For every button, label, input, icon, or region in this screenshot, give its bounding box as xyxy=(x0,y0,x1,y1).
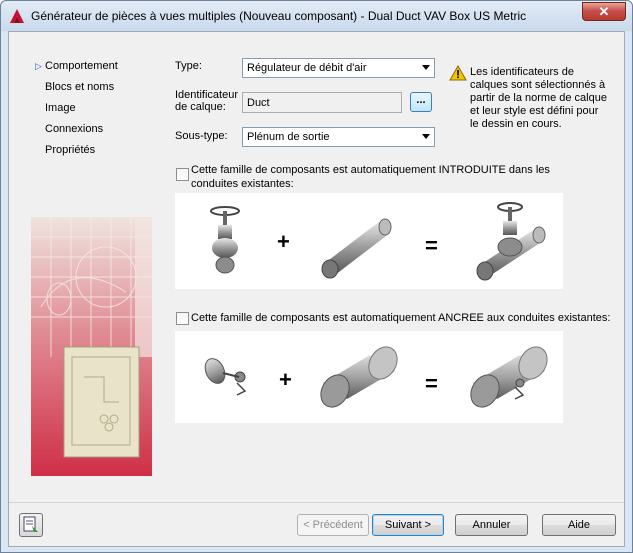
duct-cylinder-icon xyxy=(320,346,398,408)
anchor-checkbox[interactable] xyxy=(176,312,189,325)
info-text: Les identificateurs de calques sont séle… xyxy=(470,66,607,130)
subtype-label: Sous-type: xyxy=(175,130,228,142)
plus-sign: + xyxy=(277,229,290,254)
layer-field[interactable]: Duct xyxy=(242,92,402,113)
damper-anchor-diagram: + = xyxy=(204,346,548,408)
triangle-right-icon: ▷ xyxy=(35,61,42,71)
nav-item-image[interactable]: Image xyxy=(45,102,76,114)
type-label: Type: xyxy=(175,60,202,72)
valve-icon xyxy=(210,206,240,274)
anchor-illustration: + = xyxy=(175,331,563,423)
nav-item-connexions[interactable]: Connexions xyxy=(45,123,103,135)
insert-checkbox[interactable] xyxy=(176,168,189,181)
close-button[interactable]: ✕ xyxy=(582,2,626,21)
window-title: Générateur de pièces à vues multiples (N… xyxy=(31,9,527,23)
subtype-select[interactable]: Plénum de sortie xyxy=(242,127,435,147)
autocad-logo-icon xyxy=(10,9,24,23)
document-help-icon xyxy=(23,516,38,532)
type-select[interactable]: Régulateur de débit d'air xyxy=(242,58,435,78)
title-bar[interactable]: Générateur de pièces à vues multiples (N… xyxy=(1,1,632,31)
damper-icon xyxy=(204,358,247,396)
next-button[interactable]: Suivant > xyxy=(372,514,444,536)
chevron-down-icon xyxy=(422,134,430,139)
plus-sign: + xyxy=(279,367,292,392)
browse-button[interactable]: ... xyxy=(410,92,432,112)
dialog-window: Générateur de pièces à vues multiples (N… xyxy=(0,0,633,553)
nav-item-comportement[interactable]: ▷ Comportement xyxy=(35,60,118,72)
insert-option-label: Cette famille de composants est automati… xyxy=(191,164,550,190)
footer-divider xyxy=(9,502,624,503)
damper-on-duct-icon xyxy=(470,346,548,408)
equals-sign: = xyxy=(425,371,438,396)
chevron-down-icon xyxy=(422,65,430,70)
back-button[interactable]: < Précédent xyxy=(297,514,369,536)
dialog-body: ▷ Comportement Blocs et noms Image Conne… xyxy=(8,31,625,547)
pipe-icon xyxy=(321,218,392,279)
help-tool-button[interactable] xyxy=(19,513,43,537)
insert-illustration: + = xyxy=(175,193,563,289)
equals-sign: = xyxy=(425,233,438,258)
cancel-button[interactable]: Annuler xyxy=(455,514,528,536)
layer-label: Identificateur de calque: xyxy=(175,89,238,113)
nav-item-proprietes[interactable]: Propriétés xyxy=(45,144,95,156)
wizard-side-image xyxy=(31,217,152,476)
warning-icon xyxy=(449,65,467,81)
help-button[interactable]: Aide xyxy=(542,514,616,536)
valve-in-pipe-icon xyxy=(476,202,546,281)
anchor-option-label: Cette famille de composants est automati… xyxy=(191,312,611,324)
nav-item-blocs[interactable]: Blocs et noms xyxy=(45,81,114,93)
valve-insert-diagram: + = xyxy=(210,202,546,281)
